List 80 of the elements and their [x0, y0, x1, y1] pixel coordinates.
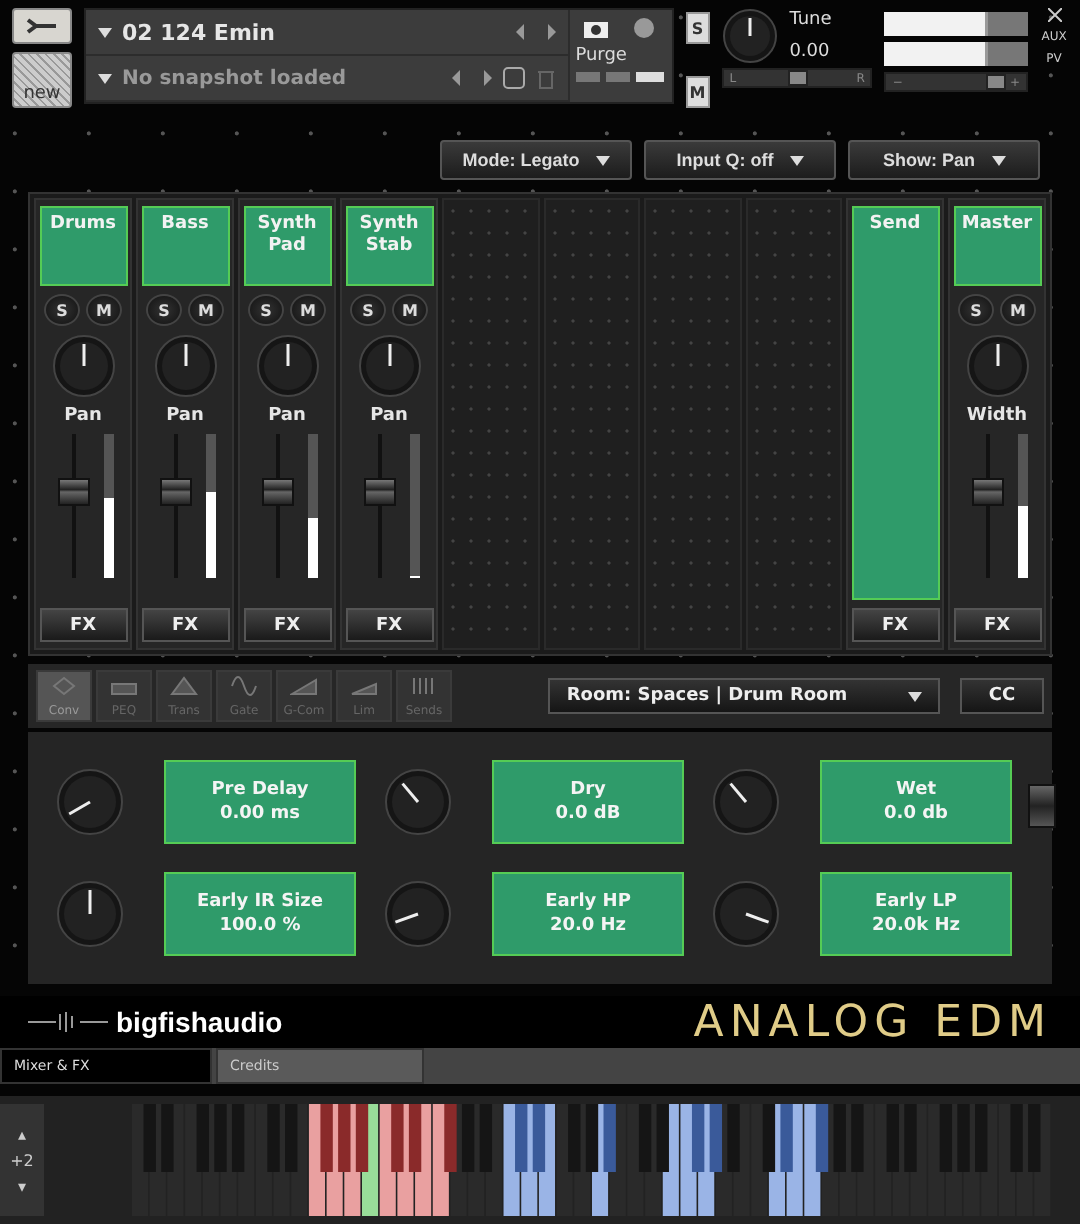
dropdown-arrow-icon [907, 691, 922, 701]
effect-icon [410, 674, 438, 698]
parameter-display: Dry 0.0 dB [492, 760, 684, 844]
mute-button[interactable]: M [188, 294, 224, 326]
preset-dropdown[interactable]: Room: Spaces | Drum Room [548, 678, 940, 714]
parameter-display: Early HP 20.0 Hz [492, 872, 684, 956]
dropdown-arrow-icon [595, 155, 610, 165]
mute-button[interactable]: M [86, 294, 122, 326]
level-meter [104, 434, 114, 578]
mute-button[interactable]: M [1000, 294, 1036, 326]
level-meter [206, 434, 216, 578]
solo-button[interactable]: S [248, 294, 284, 326]
mode-dropdown[interactable]: Mode: Legato [440, 140, 632, 180]
parameter-display: Early IR Size 100.0 % [164, 872, 356, 956]
knob[interactable] [357, 334, 421, 398]
knob-label: Width [966, 406, 1028, 426]
knob-label: Pan [268, 406, 306, 426]
knob[interactable] [965, 334, 1029, 398]
save-icon[interactable] [501, 66, 526, 90]
piano-keyboard-drawing[interactable] [132, 1104, 1052, 1216]
solo-button[interactable]: S [350, 294, 386, 326]
wrench-button[interactable] [12, 8, 72, 44]
prev-next-arrows-icon[interactable] [451, 70, 492, 86]
tune-label: Tune [789, 10, 832, 30]
solo-button[interactable]: S [44, 294, 80, 326]
fx-button[interactable]: FX [345, 608, 433, 642]
effect-icon [170, 674, 198, 698]
knob[interactable] [255, 334, 319, 398]
parameter-display: Pre Delay 0.00 ms [164, 760, 356, 844]
dropdown-arrow-icon [991, 155, 1005, 165]
product-logo: ANALOG EDM [693, 997, 1052, 1047]
knob[interactable] [51, 334, 115, 398]
fader-handle[interactable] [58, 478, 90, 507]
level-meter [308, 434, 318, 578]
dropdown-arrow-icon [98, 73, 112, 83]
fx-button[interactable]: FX [39, 608, 127, 642]
mute-button[interactable]: M [685, 76, 710, 108]
close-icon[interactable] [1047, 8, 1062, 22]
level-meter [1018, 434, 1028, 578]
mode-dropdown[interactable]: Input Q: off [644, 140, 836, 180]
parameter-display: Early LP 20.0k Hz [820, 872, 1012, 956]
mute-button[interactable]: M [392, 294, 428, 326]
mute-button[interactable]: M [290, 294, 326, 326]
fx-button[interactable]: FX [953, 608, 1041, 642]
mode-dropdown[interactable]: Show: Pan [848, 140, 1040, 180]
knob[interactable] [153, 334, 217, 398]
brand-logo: bigfishaudio [116, 1006, 283, 1038]
memory-bars-icon [575, 72, 664, 82]
fader-handle[interactable] [972, 478, 1004, 507]
knob-label: Pan [64, 406, 102, 426]
slider-handle[interactable] [1028, 784, 1056, 829]
fx-button[interactable]: FX [141, 608, 229, 642]
fish-logo-icon [28, 1012, 108, 1032]
effect-icon [230, 674, 258, 698]
parameter-knob[interactable] [56, 880, 124, 948]
solo-button[interactable]: S [685, 12, 710, 44]
effect-icon [290, 674, 318, 698]
level-meter [410, 434, 420, 578]
instrument-name[interactable]: 02 124 Emin [122, 19, 276, 45]
fader-handle[interactable] [262, 478, 294, 507]
new-button[interactable]: new [12, 52, 72, 108]
cc-button[interactable]: CC [960, 678, 1044, 714]
knob-label: Pan [166, 406, 204, 426]
purge-dropdown[interactable]: Purge [575, 46, 666, 66]
tune-knob[interactable] [721, 8, 778, 64]
fx-button[interactable]: FX [243, 608, 331, 642]
effect-icon [50, 674, 78, 698]
fx-button[interactable]: FX [851, 608, 939, 642]
parameter-display: Wet 0.0 db [820, 760, 1012, 844]
snapshot-name[interactable]: No snapshot loaded [122, 67, 347, 89]
fader-handle[interactable] [160, 478, 192, 507]
solo-button[interactable]: S [146, 294, 182, 326]
solo-button[interactable]: S [958, 294, 994, 326]
knob-label: Pan [370, 406, 408, 426]
tune-value: 0.00 [789, 42, 832, 62]
fader-handle[interactable] [364, 478, 396, 507]
dropdown-arrow-icon [789, 155, 804, 165]
prev-next-arrows-icon[interactable] [515, 24, 556, 40]
dropdown-arrow-icon [98, 27, 112, 37]
octave-control[interactable]: ▴ +2 ▾ [0, 1104, 44, 1216]
